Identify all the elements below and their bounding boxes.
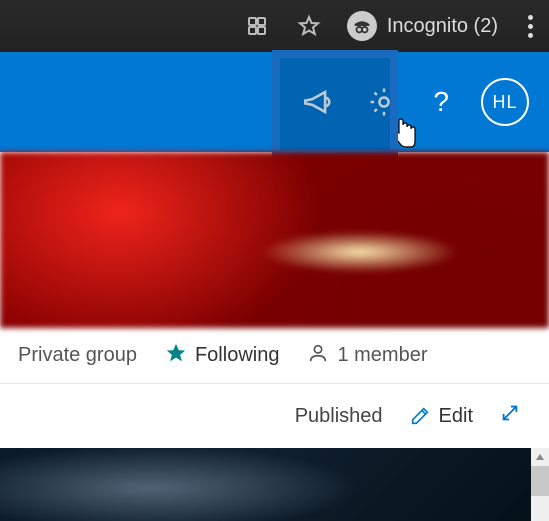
expand-diagonal-icon — [499, 402, 521, 424]
scrollbar-thumb[interactable] — [531, 466, 549, 496]
member-count-label: 1 member — [337, 344, 427, 367]
privacy-label: Private group — [18, 344, 137, 367]
avatar-initials: HL — [492, 92, 517, 113]
user-avatar[interactable]: HL — [481, 78, 529, 126]
incognito-label: Incognito (2) — [387, 15, 498, 38]
extensions-icon[interactable] — [243, 12, 271, 40]
published-status: Published — [295, 405, 383, 428]
help-label: ? — [433, 86, 449, 118]
help-button[interactable]: ? — [433, 86, 449, 118]
pencil-icon — [409, 405, 431, 427]
scrollbar-up-arrow[interactable] — [531, 448, 549, 466]
page-content-preview — [0, 448, 549, 521]
cursor-pointer-icon — [389, 115, 419, 149]
gear-icon — [367, 85, 401, 119]
star-filled-icon — [165, 342, 187, 370]
suite-header: ? HL — [0, 52, 549, 152]
site-banner-image — [0, 152, 549, 328]
edit-button[interactable]: Edit — [409, 405, 473, 428]
browser-chrome: Incognito (2) — [0, 0, 549, 52]
edit-label: Edit — [439, 405, 473, 428]
incognito-indicator[interactable]: Incognito (2) — [347, 11, 498, 41]
expand-button[interactable] — [499, 402, 521, 430]
members-button[interactable]: 1 member — [307, 342, 427, 370]
person-icon — [307, 342, 329, 370]
bookmark-star-icon[interactable] — [295, 12, 323, 40]
incognito-icon — [347, 11, 377, 41]
browser-menu-icon[interactable] — [522, 15, 539, 38]
following-label: Following — [195, 344, 279, 367]
megaphone-icon[interactable] — [301, 85, 335, 119]
following-button[interactable]: Following — [165, 342, 279, 370]
page-action-bar: Published Edit — [0, 384, 549, 448]
site-info-bar: Private group Following 1 member — [0, 328, 549, 384]
settings-button[interactable] — [367, 85, 401, 119]
